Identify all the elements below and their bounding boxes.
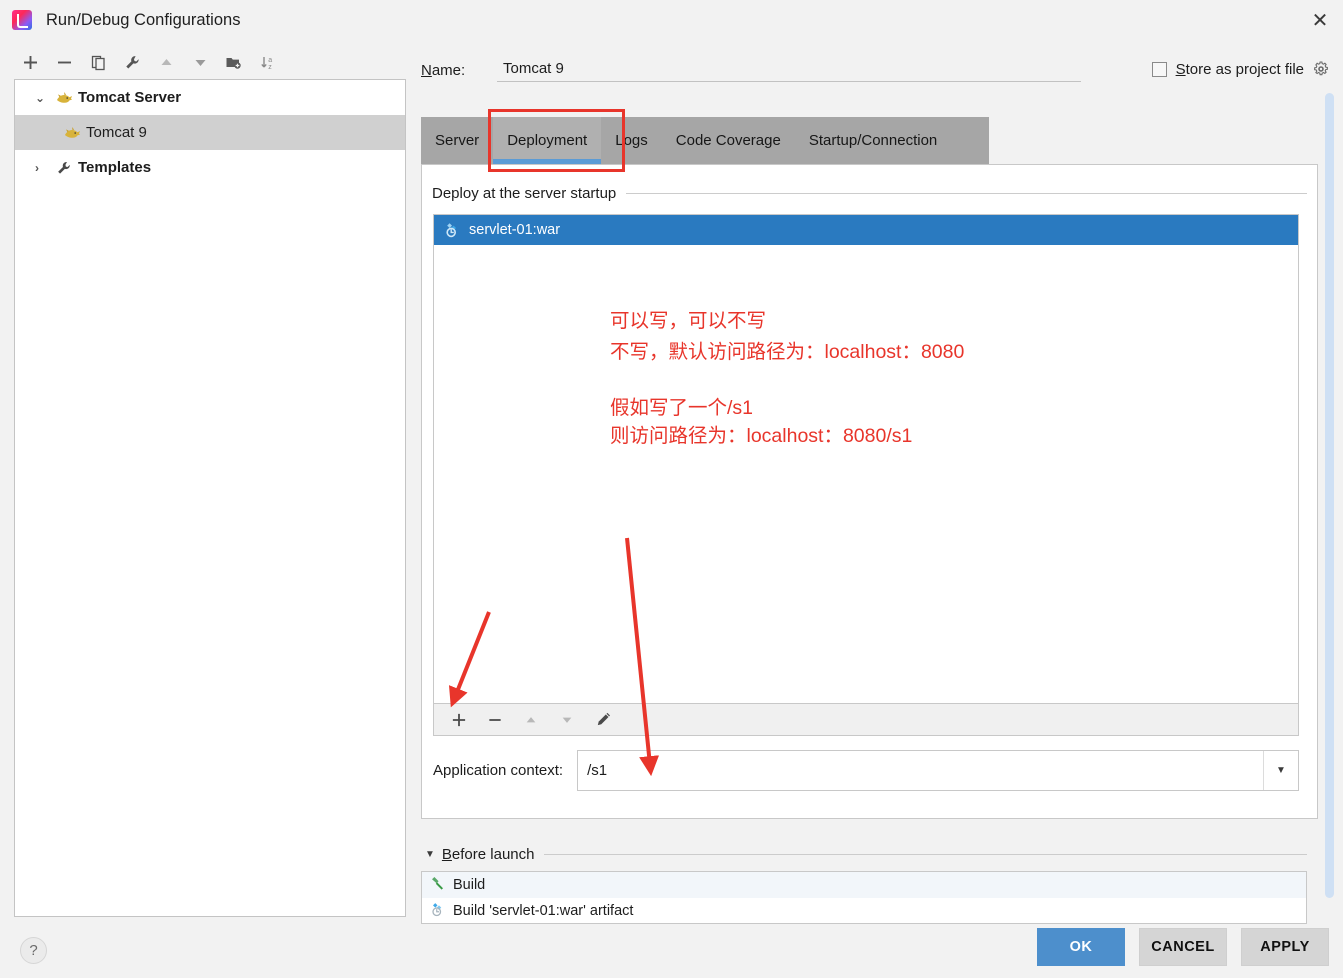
- hammer-icon: [430, 876, 445, 895]
- name-label-rest: ame:: [431, 61, 466, 79]
- edit-artifact-button[interactable]: [586, 705, 620, 735]
- tree-item-label: Tomcat Server: [78, 89, 182, 106]
- remove-artifact-button[interactable]: [478, 705, 512, 735]
- deployment-artifacts-list[interactable]: servlet-01:war: [433, 214, 1299, 704]
- close-icon[interactable]: ✕: [1297, 0, 1343, 40]
- gear-icon[interactable]: [1313, 61, 1329, 77]
- apply-button[interactable]: APPLY: [1241, 928, 1329, 966]
- add-configuration-button[interactable]: [14, 47, 46, 77]
- vertical-scrollbar[interactable]: [1325, 93, 1334, 898]
- annotation-note-1-line-1: 可以写，可以不写: [610, 310, 767, 332]
- deploy-section-caption-text: Deploy at the server startup: [432, 184, 617, 202]
- tab-deployment[interactable]: Deployment: [493, 117, 602, 164]
- intellij-idea-icon: [12, 10, 32, 30]
- configurations-tree[interactable]: ⌄ Tomcat Server Tomcat 9 › Templates: [14, 79, 406, 917]
- before-launch-label: Before launch: [442, 846, 535, 863]
- tomcat-cat-icon: [61, 126, 83, 140]
- before-launch-mnemonic: B: [441, 845, 452, 863]
- deploy-section-caption: Deploy at the server startup: [432, 182, 1307, 204]
- caption-rule: [544, 853, 1307, 855]
- name-label-mnemonic: N: [421, 61, 432, 79]
- svg-text:z: z: [268, 64, 272, 71]
- tab-startup-connection[interactable]: Startup/Connection: [795, 117, 951, 164]
- name-input[interactable]: [497, 58, 1081, 82]
- tree-item-label: Templates: [78, 159, 152, 176]
- sort-az-button[interactable]: a z: [252, 47, 284, 77]
- tab-server[interactable]: Server: [421, 117, 493, 164]
- application-context-label: Application context:: [433, 762, 564, 779]
- tab-code-coverage[interactable]: Code Coverage: [662, 117, 795, 164]
- annotation-note-2-line-2: 则访问路径为：localhost：8080/s1: [610, 425, 913, 447]
- application-context-row: Application context: ▼: [433, 750, 1299, 791]
- annotation-note-1-line-2: 不写，默认访问路径为：localhost：8080: [610, 341, 965, 363]
- before-launch-list[interactable]: Build Build 'servlet-01:war' artifact: [421, 871, 1307, 924]
- move-down-button[interactable]: [184, 47, 216, 77]
- store-label-rest: tore as project file: [1185, 60, 1304, 78]
- list-item[interactable]: Build 'servlet-01:war' artifact: [422, 898, 1306, 923]
- store-as-project-file-checkbox[interactable]: [1151, 61, 1167, 77]
- remove-configuration-button[interactable]: [48, 47, 80, 77]
- tree-item-tomcat-server[interactable]: ⌄ Tomcat Server: [15, 80, 405, 115]
- window-title: Run/Debug Configurations: [46, 10, 241, 29]
- move-up-button[interactable]: [150, 47, 182, 77]
- artifact-icon: [430, 902, 445, 921]
- wrench-icon: [53, 160, 75, 176]
- move-artifact-up-button[interactable]: [514, 705, 548, 735]
- chevron-right-icon[interactable]: ›: [35, 161, 53, 175]
- triangle-down-icon[interactable]: ▼: [425, 849, 435, 860]
- caption-rule: [626, 192, 1307, 194]
- store-as-project-file-label: Store as project file: [1176, 61, 1304, 78]
- tab-logs[interactable]: Logs: [601, 117, 662, 164]
- tomcat-cat-icon: [53, 91, 75, 105]
- name-label: Name:: [421, 62, 491, 79]
- before-launch-caption: ▼ Before launch: [425, 843, 1307, 865]
- dialog-buttons: OK CANCEL APPLY: [1037, 928, 1329, 966]
- annotation-note-2-line-1: 假如写了一个/s1: [610, 397, 754, 419]
- list-item-label: servlet-01:war: [469, 222, 561, 238]
- artifacts-list-toolbar: [433, 704, 1299, 736]
- chevron-down-icon[interactable]: ⌄: [35, 91, 53, 105]
- application-context-input[interactable]: [578, 761, 1263, 780]
- window-title-bar: Run/Debug Configurations ✕: [0, 0, 1343, 40]
- configurations-toolbar: a z: [14, 45, 404, 79]
- store-as-project-file-row[interactable]: Store as project file: [1151, 56, 1329, 82]
- tree-item-tomcat-9[interactable]: Tomcat 9: [15, 115, 405, 150]
- store-label-mnemonic: S: [1175, 60, 1186, 78]
- move-into-folder-button[interactable]: [218, 47, 250, 77]
- list-item-label: Build 'servlet-01:war' artifact: [453, 903, 634, 919]
- cancel-button[interactable]: CANCEL: [1139, 928, 1227, 966]
- tree-item-templates[interactable]: › Templates: [15, 150, 405, 185]
- edit-templates-button[interactable]: [116, 47, 148, 77]
- settings-tabs[interactable]: Server Deployment Logs Code Coverage Sta…: [421, 117, 989, 164]
- svg-text:a: a: [268, 57, 272, 64]
- move-artifact-down-button[interactable]: [550, 705, 584, 735]
- name-row: Name:: [421, 56, 1081, 84]
- application-context-combobox[interactable]: ▼: [577, 750, 1299, 791]
- help-button[interactable]: ?: [20, 937, 47, 964]
- list-item[interactable]: servlet-01:war: [434, 215, 1298, 245]
- ok-button[interactable]: OK: [1037, 928, 1125, 966]
- tree-item-label: Tomcat 9: [86, 124, 147, 141]
- copy-configuration-button[interactable]: [82, 47, 114, 77]
- add-artifact-button[interactable]: [442, 705, 476, 735]
- artifact-icon: [444, 222, 460, 238]
- before-launch-label-rest: efore launch: [451, 845, 535, 863]
- chevron-down-icon[interactable]: ▼: [1263, 751, 1298, 790]
- list-item[interactable]: Build: [422, 872, 1306, 898]
- list-item-label: Build: [453, 877, 486, 893]
